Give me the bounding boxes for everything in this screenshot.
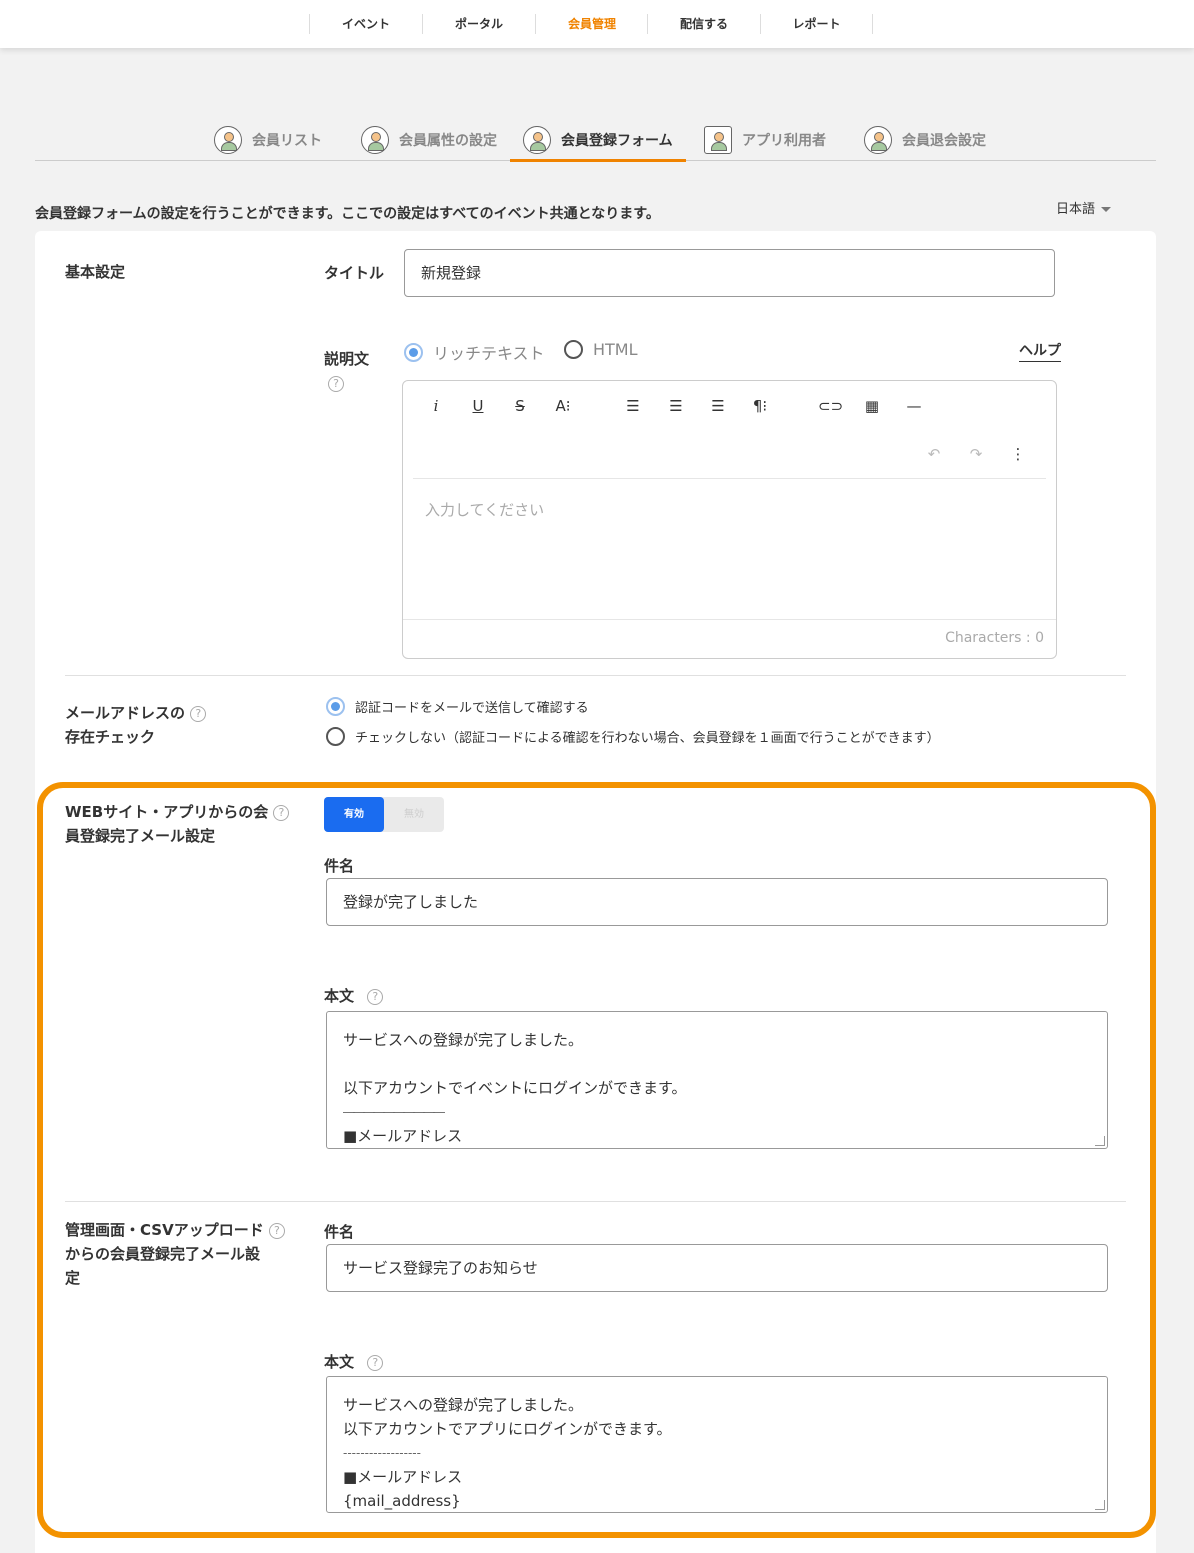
link-icon[interactable]: ⊂⊃ (818, 394, 843, 418)
character-count: Characters : 0 (945, 630, 1044, 646)
tab-label: 会員登録フォーム (561, 133, 673, 149)
align-left-icon[interactable]: ☰ (621, 394, 645, 418)
language-select[interactable]: 日本語 (1056, 198, 1112, 217)
tab-label: アプリ利用者 (742, 133, 826, 149)
tab-label: 会員属性の設定 (399, 133, 497, 149)
redo-icon[interactable]: ↷ (964, 442, 988, 466)
tab-app-users[interactable]: アプリ利用者 (704, 120, 826, 160)
top-nav: イベント ポータル 会員管理 配信する レポート (0, 0, 1194, 48)
sub-tabs: 会員リスト 会員属性の設定 会員登録フォーム アプリ利用者 会員退会設定 (35, 116, 1156, 162)
section-label-basic: 基本設定 (65, 263, 126, 281)
radio-rich-text[interactable]: リッチテキスト (404, 340, 545, 364)
horizontal-rule-icon[interactable]: — (902, 394, 926, 418)
tab-withdrawal-settings[interactable]: 会員退会設定 (864, 120, 986, 160)
strikethrough-icon[interactable]: S (508, 394, 532, 418)
title-label: タイトル (324, 264, 385, 282)
member-attribute-icon (361, 126, 389, 154)
highlight-frame (37, 782, 1156, 1538)
underline-icon[interactable]: U (466, 394, 490, 418)
tab-label: 会員退会設定 (902, 133, 986, 149)
radio-checked-icon (404, 342, 423, 362)
tab-registration-form[interactable]: 会員登録フォーム (510, 120, 686, 162)
nav-item-member[interactable]: 会員管理 (535, 14, 648, 34)
radio-label: HTML (593, 340, 638, 359)
nav-item-delivery[interactable]: 配信する (647, 14, 760, 34)
help-icon[interactable]: ? (328, 376, 344, 392)
help-link[interactable]: ヘルプ (1019, 341, 1061, 362)
radio-label: 認証コードをメールで送信して確認する (355, 701, 589, 716)
tab-label: 会員リスト (252, 133, 322, 149)
radio-unchecked-icon (326, 727, 345, 746)
language-value: 日本語 (1056, 202, 1096, 217)
title-input[interactable]: 新規登録 (404, 249, 1055, 297)
radio-html[interactable]: HTML (564, 340, 638, 359)
table-icon[interactable]: ▦ (860, 394, 884, 418)
radio-label: チェックしない（認証コードによる確認を行わない場合、会員登録を１画面で行うことが… (355, 731, 940, 746)
radio-checked-icon (326, 697, 345, 716)
align-center-icon[interactable]: ☰ (664, 394, 688, 418)
radio-no-check[interactable]: チェックしない（認証コードによる確認を行わない場合、会員登録を１画面で行うことが… (326, 727, 940, 746)
radio-verify-code[interactable]: 認証コードをメールで送信して確認する (326, 697, 589, 716)
paragraph-icon[interactable]: ¶⁝ (748, 394, 772, 418)
label-line: 存在チェック (65, 728, 156, 746)
member-list-icon (214, 126, 242, 154)
withdrawal-icon (864, 126, 892, 154)
radio-unchecked-icon (564, 340, 583, 359)
rich-text-editor[interactable]: i U S A⁝ ☰ ☰ ☰ ¶⁝ ⊂⊃ ▦ — ↶ ↷ ⋮ 入力してください … (402, 380, 1057, 659)
align-right-icon[interactable]: ☰ (706, 394, 730, 418)
more-options-icon[interactable]: ⋮ (1006, 442, 1030, 466)
editor-placeholder: 入力してください (425, 501, 545, 519)
nav-item-event[interactable]: イベント (309, 14, 422, 34)
tab-member-list[interactable]: 会員リスト (214, 120, 322, 160)
registration-form-icon (523, 126, 551, 154)
section-label-email-check: メールアドレスの ? 存在チェック (65, 701, 207, 749)
italic-icon[interactable]: i (424, 394, 448, 418)
section-divider (65, 675, 1126, 676)
footer-divider (403, 619, 1056, 620)
label-line: メールアドレスの (65, 704, 186, 722)
help-icon[interactable]: ? (190, 705, 207, 722)
nav-item-report[interactable]: レポート (760, 14, 873, 34)
radio-label: リッチテキスト (433, 344, 545, 363)
description-label: 説明文 (324, 350, 370, 368)
undo-icon[interactable]: ↶ (922, 442, 946, 466)
tab-member-attributes[interactable]: 会員属性の設定 (361, 120, 497, 160)
font-size-icon[interactable]: A⁝ (551, 394, 575, 418)
toolbar-divider (413, 478, 1046, 479)
caret-down-icon (1101, 207, 1112, 212)
nav-item-portal[interactable]: ポータル (422, 14, 535, 34)
app-users-icon (704, 126, 732, 154)
page-description: 会員登録フォームの設定を行うことができます。ここでの設定はすべてのイベント共通と… (35, 206, 660, 222)
